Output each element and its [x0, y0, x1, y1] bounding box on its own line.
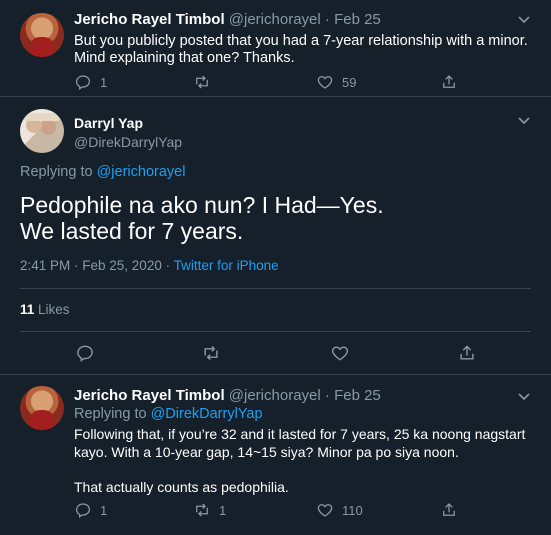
reply-button[interactable]: 1	[74, 73, 107, 91]
tweet-date[interactable]: Feb 25	[334, 387, 381, 404]
heart-icon	[317, 76, 333, 89]
divider	[20, 288, 531, 289]
like-count: 59	[342, 74, 357, 90]
reply-count: 1	[100, 502, 108, 518]
reply-count: 1	[100, 74, 108, 90]
retweet-icon	[196, 503, 208, 517]
share-icon	[443, 75, 455, 88]
replying-to-label: Replying to	[20, 164, 93, 180]
likes-summary[interactable]: 11 Likes	[20, 300, 70, 320]
tweet-source[interactable]: Twitter for iPhone	[174, 258, 279, 273]
display-name[interactable]: Jericho Rayel Timbol	[74, 11, 225, 28]
chevron-down-icon[interactable]	[516, 11, 532, 27]
like-button[interactable]	[330, 343, 350, 363]
chevron-down-icon[interactable]	[516, 388, 532, 404]
handle[interactable]: @jerichorayel	[229, 11, 321, 28]
retweet-button[interactable]	[201, 343, 221, 363]
share-button[interactable]	[457, 343, 477, 363]
separator: ·	[324, 387, 330, 404]
replying-to-handle[interactable]: @jerichorayel	[97, 164, 186, 180]
tweet-date[interactable]: Feb 25	[334, 11, 381, 28]
share-icon	[460, 345, 474, 360]
divider	[20, 331, 531, 332]
separator: ·	[324, 11, 330, 28]
tweet-text-line: Following that, if you’re 32 and it last…	[74, 426, 526, 442]
reply-button[interactable]	[75, 343, 95, 363]
share-button[interactable]	[440, 501, 458, 519]
retweet-count: 1	[219, 502, 227, 518]
like-count: 110	[342, 502, 363, 518]
share-button[interactable]	[440, 73, 458, 91]
replying-to: Replying to @jerichorayel	[20, 162, 185, 182]
reply-icon	[77, 345, 93, 362]
timestamp[interactable]: 2:41 PM · Feb 25, 2020 ·	[20, 258, 174, 273]
reply-icon	[75, 503, 91, 519]
tweet-header: Jericho Rayel Timbol @jerichorayel · Feb…	[74, 10, 381, 30]
likes-label: Likes	[38, 302, 70, 317]
reply-button[interactable]: 1	[74, 501, 107, 519]
handle[interactable]: @jerichorayel	[229, 387, 321, 404]
likes-count: 11	[20, 302, 35, 317]
chevron-down-icon[interactable]	[516, 112, 532, 128]
heart-icon	[317, 504, 333, 517]
replying-to-label: Replying to	[74, 406, 147, 422]
avatar[interactable]	[20, 13, 64, 57]
like-button[interactable]: 59	[316, 73, 356, 91]
display-name[interactable]: Darryl Yap	[74, 113, 143, 133]
divider	[0, 96, 551, 97]
tweet-header: Jericho Rayel Timbol @jerichorayel · Feb…	[74, 386, 381, 406]
retweet-button[interactable]: 1	[193, 501, 226, 519]
tweet-text-line: We lasted for 7 years.	[20, 218, 244, 244]
retweet-icon	[204, 345, 218, 361]
display-name[interactable]: Jericho Rayel Timbol	[74, 387, 225, 404]
tweet-text-line: Mind explaining that one? Thanks.	[74, 50, 295, 66]
replying-to-handle[interactable]: @DirekDarrylYap	[151, 406, 263, 422]
tweet-meta: 2:41 PM · Feb 25, 2020 · Twitter for iPh…	[20, 256, 279, 276]
replying-to: Replying to @DirekDarrylYap	[74, 404, 263, 424]
reply-icon	[75, 75, 91, 91]
tweet-text-line: kayo. With a 10-year gap, 14~15 siya? Mi…	[74, 444, 459, 460]
avatar[interactable]	[20, 386, 64, 430]
divider	[0, 374, 551, 375]
avatar[interactable]	[20, 109, 64, 153]
handle[interactable]: @DirekDarrylYap	[74, 132, 182, 152]
heart-icon	[331, 346, 349, 361]
like-button[interactable]: 110	[316, 501, 363, 519]
retweet-button[interactable]	[193, 73, 219, 91]
tweet-text-line: That actually counts as pedophilia.	[74, 479, 289, 495]
share-icon	[443, 503, 455, 516]
retweet-icon	[196, 75, 208, 89]
